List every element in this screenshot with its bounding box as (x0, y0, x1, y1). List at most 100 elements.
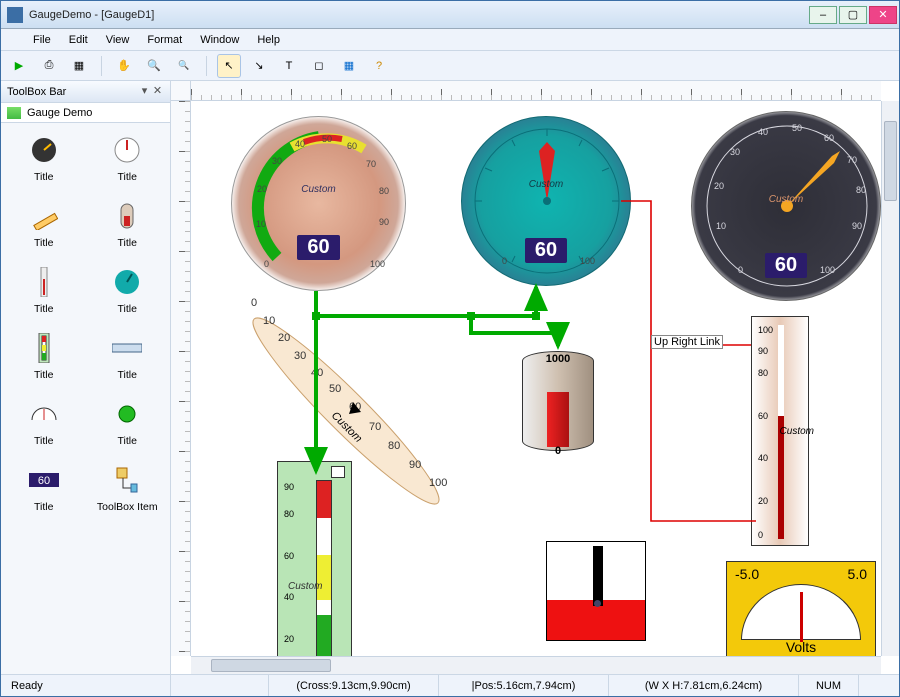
scrollbar-vertical[interactable] (881, 101, 899, 656)
ruler-corner (171, 81, 191, 101)
help-button[interactable]: ? (367, 54, 391, 78)
toolbox-item-display[interactable]: 60 Title (7, 463, 81, 513)
svg-text:30: 30 (272, 156, 282, 166)
pan-button[interactable]: ✋ (112, 54, 136, 78)
toolbox-item-generic[interactable]: ToolBox Item (91, 463, 165, 513)
gauge-vertical-bar[interactable]: 90 80 60 40 20 0 Custom (277, 461, 352, 656)
toolbox-header[interactable]: ToolBox Bar ▾✕ (1, 81, 170, 103)
ruler-horizontal[interactable] (191, 81, 881, 101)
dial2-value: 60 (525, 238, 567, 263)
dial3-value: 60 (765, 253, 807, 278)
selector-button[interactable]: ↖ (217, 54, 241, 78)
gauge-dial-3[interactable]: 0 100 10 20 30 40 50 60 70 80 90 (691, 111, 881, 301)
run-button[interactable]: ▶ (7, 54, 31, 78)
grid-button[interactable]: ▦ (67, 54, 91, 78)
vbar-seg-green (317, 615, 331, 656)
scroll-thumb-h[interactable] (211, 659, 331, 672)
zoom-in-button[interactable]: 🔍 (142, 54, 166, 78)
menu-help[interactable]: Help (249, 32, 288, 48)
status-num: NUM (799, 675, 859, 696)
group-tool-button[interactable]: ▦ (337, 54, 361, 78)
toolbox-item-voltmeter[interactable]: Title (7, 397, 81, 447)
svg-text:30: 30 (294, 350, 306, 362)
menu-file[interactable]: File (25, 32, 59, 48)
menu-edit[interactable]: Edit (61, 32, 96, 48)
status-spacer (171, 675, 269, 696)
svg-text:60: 60 (38, 475, 50, 487)
toolbox-panel: ToolBox Bar ▾✕ Gauge Demo Title Title (1, 81, 171, 674)
svg-text:100: 100 (370, 259, 385, 269)
toolbox-item-dial-teal[interactable]: Title (91, 265, 165, 315)
display-icon: 60 (27, 463, 61, 497)
toolbox-item-horizontal-bar[interactable]: Title (91, 331, 165, 381)
close-button[interactable]: ✕ (869, 6, 897, 24)
zoom-out-button[interactable]: 🔍 (172, 54, 196, 78)
gauge-toggle-switch[interactable] (546, 541, 646, 641)
menubar: File Edit View Format Window Help (1, 29, 899, 51)
toolbox-item-led[interactable]: Title (91, 397, 165, 447)
vbar-seg-yellow (317, 555, 331, 600)
menu-format[interactable]: Format (139, 32, 190, 48)
toolbox-close[interactable]: ✕ (151, 86, 164, 99)
vbar-edit-icon (331, 466, 345, 478)
toolbox-item-ruler-diag[interactable]: Title (7, 199, 81, 249)
workspace: ToolBox Bar ▾✕ Gauge Demo Title Title (1, 81, 899, 674)
design-canvas[interactable]: 0 100 10 20 30 40 50 60 70 80 90 Custom … (191, 101, 881, 656)
svg-text:50: 50 (792, 123, 802, 133)
vbar-ticks: 90 80 60 40 20 0 (284, 480, 312, 656)
toolbox-item-thermo[interactable]: Title (7, 265, 81, 315)
menu-window[interactable]: Window (192, 32, 247, 48)
svg-text:40: 40 (295, 139, 305, 149)
toggle-stick (593, 546, 603, 606)
gauge-dial-1[interactable]: 0 100 10 20 30 40 50 60 70 80 90 Custom … (231, 116, 406, 291)
status-cross: (Cross:9.13cm,9.90cm) (269, 675, 439, 696)
led-icon (110, 397, 144, 431)
toolbox-dropdown[interactable]: ▾ (138, 86, 151, 99)
scrollbar-horizontal[interactable] (191, 656, 881, 674)
text-tool-button[interactable]: T (277, 54, 301, 78)
vbar-track (316, 480, 332, 656)
svg-text:60: 60 (824, 133, 834, 143)
voltmeter-icon (27, 397, 61, 431)
gauge-dial-2[interactable]: 0 100 Custom 60 (461, 116, 631, 286)
toolbox-item-dial-dark[interactable]: Title (7, 133, 81, 183)
svg-text:20: 20 (714, 181, 724, 191)
gauge-teal-icon (110, 265, 144, 299)
thermo-icon (27, 265, 61, 299)
toolbox-item-dial-light[interactable]: Title (91, 133, 165, 183)
svg-text:70: 70 (369, 421, 381, 433)
toolbox-item-vbar[interactable]: Title (7, 331, 81, 381)
gauge-thermometer[interactable]: 100 90 80 60 40 20 0 Custom (751, 316, 809, 546)
svg-text:80: 80 (379, 186, 389, 196)
ruler-vertical[interactable] (171, 101, 191, 656)
print-button[interactable]: ⎙ (37, 54, 61, 78)
svg-text:80: 80 (388, 440, 400, 452)
minimize-button[interactable]: – (809, 6, 837, 24)
gauge-voltmeter[interactable]: -5.0 5.0 Volts 0.000 (726, 561, 876, 656)
svg-text:90: 90 (379, 217, 389, 227)
titlebar[interactable]: GaugeDemo - [GaugeD1] – ▢ ✕ (1, 1, 899, 29)
gauge-tank[interactable]: 1000 0 (517, 341, 599, 461)
link-label[interactable]: Up Right Link (651, 335, 723, 349)
svg-text:50: 50 (329, 383, 341, 395)
tank-top-label: 1000 (517, 353, 599, 365)
svg-text:20: 20 (257, 184, 267, 194)
menu-view[interactable]: View (98, 32, 138, 48)
gauge-dial2-icon (110, 133, 144, 167)
maximize-button[interactable]: ▢ (839, 6, 867, 24)
scroll-thumb-v[interactable] (884, 121, 897, 201)
statusbar: Ready (Cross:9.13cm,9.90cm) |Pos:5.16cm,… (1, 674, 899, 696)
ruler-icon (27, 199, 61, 233)
thermo-label: Custom (780, 426, 814, 437)
toolbox-tab[interactable]: Gauge Demo (1, 103, 170, 123)
svg-text:40: 40 (311, 367, 323, 379)
svg-text:40: 40 (758, 127, 768, 137)
toolbox-item-tank[interactable]: Title (91, 199, 165, 249)
dial1-face: 0 100 10 20 30 40 50 60 70 80 90 (232, 117, 407, 292)
svg-text:20: 20 (278, 332, 290, 344)
link-button[interactable]: ↘ (247, 54, 271, 78)
app-icon (7, 7, 23, 23)
node-tool-button[interactable]: ◻ (307, 54, 331, 78)
dial2-label: Custom (529, 179, 563, 190)
svg-text:10: 10 (263, 315, 275, 327)
